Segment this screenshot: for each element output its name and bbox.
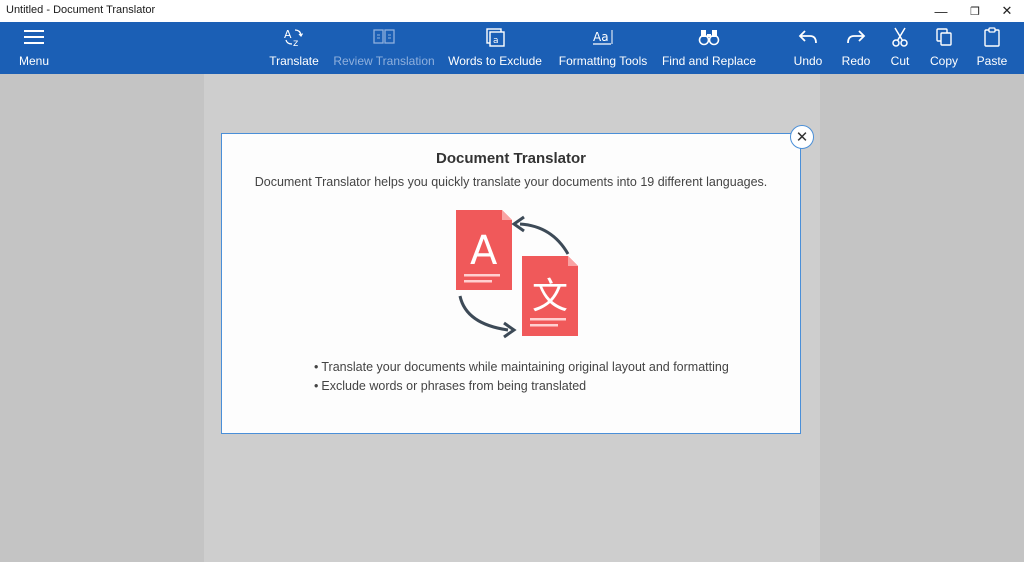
feature-item: Translate your documents while maintaini… (314, 358, 728, 377)
source-letter: A (470, 228, 498, 274)
translate-icon: A z (284, 28, 304, 47)
dialog-title: Document Translator (435, 150, 587, 167)
hamburger-icon (24, 30, 44, 44)
menu-button[interactable]: Menu (14, 22, 54, 74)
dialog-close-button[interactable]: ✕ (790, 125, 814, 149)
svg-text:z: z (293, 38, 298, 47)
maximize-button[interactable]: ❐ (958, 0, 992, 22)
undo-label: Undo (793, 54, 823, 68)
arrow-bottom-icon (458, 295, 509, 332)
svg-text:Aa: Aa (593, 30, 609, 44)
review-translation-label: Review Translation (333, 54, 435, 68)
minimize-button[interactable]: — (924, 0, 958, 22)
format-icon: Aa (593, 30, 613, 45)
find-and-replace-label: Find and Replace (661, 54, 757, 68)
translate-label: Translate (269, 54, 319, 68)
formatting-tools-button[interactable]: Aa Formatting Tools (558, 22, 648, 74)
close-window-button[interactable]: ✕ (990, 0, 1024, 22)
review-translation-button[interactable]: Review Translation (333, 22, 435, 74)
paste-label: Paste (976, 54, 1008, 68)
close-icon: ✕ (795, 128, 809, 146)
copy-label: Copy (929, 54, 958, 68)
menu-label: Menu (18, 54, 50, 68)
feature-list: Translate your documents while maintaini… (314, 358, 729, 396)
translate-button[interactable]: A z Translate (266, 22, 322, 74)
minimize-icon: — (934, 3, 948, 19)
undo-button[interactable]: Undo (790, 22, 826, 74)
maximize-icon: ❐ (970, 5, 980, 18)
translate-illustration: A 文 (456, 210, 578, 339)
clipboard-icon (984, 27, 1000, 47)
review-icon (373, 29, 395, 44)
paste-button[interactable]: Paste (974, 22, 1010, 74)
close-icon: ✕ (1001, 3, 1013, 18)
svg-text:A: A (284, 28, 292, 41)
binoculars-icon (698, 30, 720, 46)
scissors-icon (892, 27, 908, 47)
redo-label: Redo (841, 54, 871, 68)
arrow-top-icon (519, 222, 570, 255)
redo-icon (847, 30, 866, 44)
window-title: Untitled - Document Translator (6, 4, 156, 16)
undo-icon (798, 30, 817, 44)
copy-icon (936, 28, 952, 46)
formatting-tools-label: Formatting Tools (558, 54, 648, 68)
find-and-replace-button[interactable]: Find and Replace (661, 22, 757, 74)
redo-button[interactable]: Redo (838, 22, 874, 74)
words-to-exclude-button[interactable]: a Words to Exclude (448, 22, 542, 74)
toolbar: Menu A z Translate Review Translation a … (0, 22, 1024, 74)
svg-text:a: a (493, 36, 499, 46)
title-bar: Untitled - Document Translator — ❐ ✕ (0, 0, 1024, 23)
copy-button[interactable]: Copy (926, 22, 962, 74)
about-dialog: Document Translator Document Translator … (221, 133, 801, 434)
exclude-icon: a (486, 28, 505, 47)
dialog-subtitle: Document Translator helps you quickly tr… (254, 175, 768, 189)
target-letter: 文 (532, 276, 568, 317)
cut-label: Cut (890, 54, 910, 68)
feature-item: Exclude words or phrases from being tran… (314, 377, 729, 396)
cut-button[interactable]: Cut (884, 22, 916, 74)
words-to-exclude-label: Words to Exclude (448, 54, 542, 68)
